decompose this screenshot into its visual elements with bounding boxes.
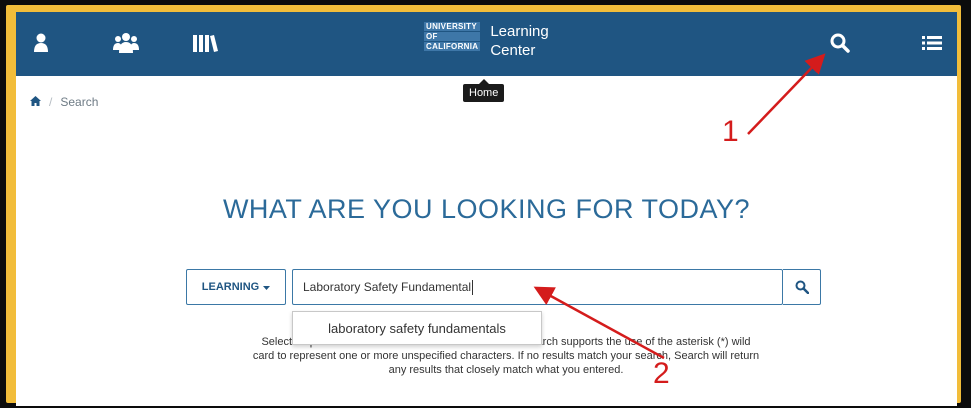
arrow-to-search-icon bbox=[747, 53, 826, 135]
page: UNIVERSITY OF CALIFORNIA Learning Center bbox=[16, 12, 957, 406]
arrow-to-search-input bbox=[533, 286, 665, 360]
annotation-arrows bbox=[533, 53, 826, 360]
